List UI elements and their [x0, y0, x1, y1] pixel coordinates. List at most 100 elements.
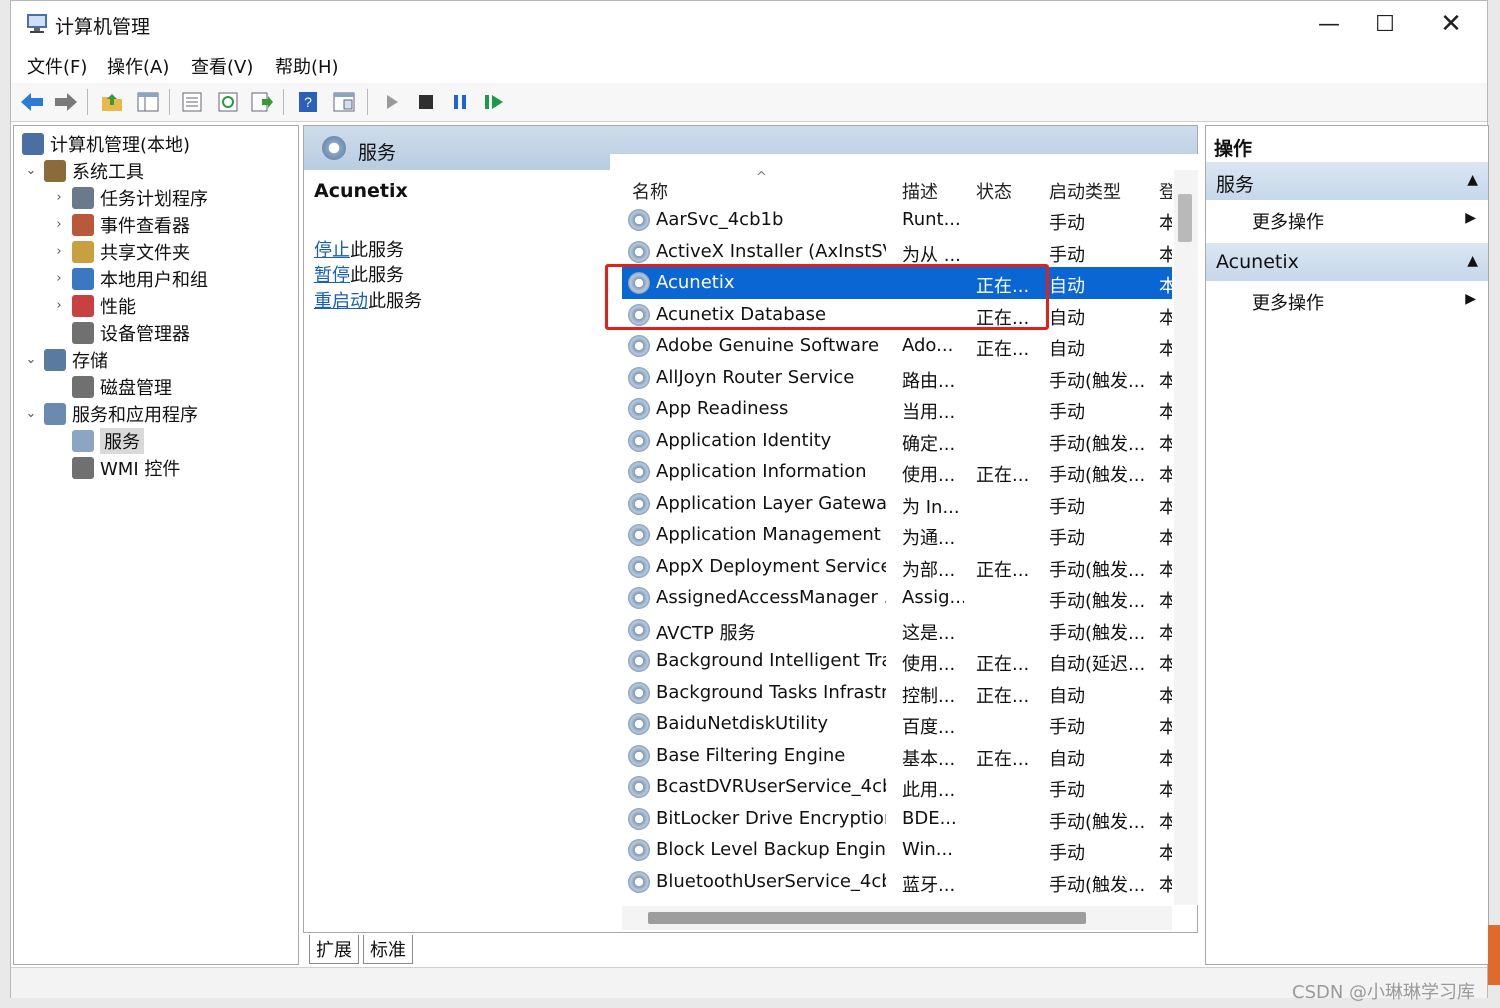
minimize-button[interactable]: —: [1301, 7, 1357, 41]
tab-standard[interactable]: 标准: [363, 935, 413, 964]
expand-chevron-icon[interactable]: ⌄: [22, 352, 40, 367]
column-header-status[interactable]: 状态: [976, 178, 1012, 204]
properties-icon[interactable]: [179, 89, 205, 115]
service-row[interactable]: Application Layer Gateway ... 为 In... 手动 本: [622, 488, 1172, 520]
more-actions-item[interactable]: 更多操作: [1252, 208, 1324, 234]
tree-node[interactable]: › 事件查看器: [14, 211, 298, 238]
service-row[interactable]: AarSvc_4cb1b Runt... 手动 本: [622, 204, 1172, 236]
tree-node-icon: [72, 375, 94, 398]
service-name-cell: AssignedAccessManager ...: [656, 587, 886, 608]
service-gear-icon: [628, 870, 650, 893]
service-row[interactable]: Adobe Genuine Software ... Ado... 正在... 自动 本: [622, 330, 1172, 362]
service-row[interactable]: Application Information 使用... 正在... 手动(触发..…: [622, 456, 1172, 488]
service-row[interactable]: AppX Deployment Service ... 为部... 正在... 手动(…: [622, 551, 1172, 583]
actions-section-services[interactable]: 服务 ▲: [1206, 162, 1488, 200]
back-arrow-icon[interactable]: [19, 89, 45, 115]
service-logon-cell: 本: [1159, 843, 1172, 864]
service-description-cell: 路由...: [902, 370, 956, 392]
service-row[interactable]: BaiduNetdiskUtility 百度... 手动 本: [622, 708, 1172, 740]
collapse-up-icon[interactable]: ▲: [1467, 253, 1478, 269]
close-button[interactable]: ✕: [1423, 7, 1479, 41]
vertical-scrollbar[interactable]: [1174, 170, 1198, 905]
service-row[interactable]: ActiveX Installer (AxInstSV) 为从 ... 手动 本: [622, 236, 1172, 268]
resume-service-icon[interactable]: [481, 89, 507, 115]
service-row[interactable]: Background Intelligent Tra... 使用... 正在... 自…: [622, 645, 1172, 677]
menu-action[interactable]: 操作(A): [107, 53, 169, 79]
service-name-cell: Base Filtering Engine: [656, 744, 846, 766]
export-list-icon[interactable]: [249, 89, 275, 115]
tree-node[interactable]: › 任务计划程序: [14, 184, 298, 211]
restart-service-link[interactable]: 重启动: [314, 291, 368, 312]
tree-node[interactable]: 磁盘管理: [14, 373, 298, 400]
service-row[interactable]: BcastDVRUserService_4cb... 此用... 手动 本: [622, 771, 1172, 803]
computer-management-icon: [27, 14, 47, 33]
service-row[interactable]: Base Filtering Engine 基本... 正在... 自动 本: [622, 740, 1172, 772]
tree-node[interactable]: › 本地用户和组: [14, 265, 298, 292]
pause-service-icon[interactable]: [447, 89, 473, 115]
service-gear-icon: [628, 240, 650, 263]
menu-view[interactable]: 查看(V): [191, 53, 253, 79]
service-description-cell: 蓝牙...: [902, 874, 956, 896]
service-row[interactable]: App Readiness 当用... 手动 本: [622, 393, 1172, 425]
collapsed-chevron-icon[interactable]: ›: [50, 217, 68, 232]
start-service-icon[interactable]: [379, 89, 405, 115]
collapsed-chevron-icon[interactable]: ›: [50, 298, 68, 313]
service-row[interactable]: AllJoyn Router Service 路由... 手动(触发... 本: [622, 362, 1172, 394]
service-row[interactable]: Background Tasks Infrastru... 控制... 正在... 自…: [622, 677, 1172, 709]
tab-extended[interactable]: 扩展: [309, 935, 359, 964]
actions-section-acunetix[interactable]: Acunetix ▲: [1206, 243, 1488, 281]
column-header-logon[interactable]: 登: [1159, 178, 1172, 204]
more-actions-item[interactable]: 更多操作: [1252, 289, 1324, 315]
horizontal-scroll-thumb[interactable]: [648, 912, 1086, 924]
actions-pane-title: 操作: [1214, 138, 1253, 160]
forward-arrow-icon[interactable]: [53, 89, 79, 115]
column-header-startup-type[interactable]: 启动类型: [1049, 178, 1121, 204]
tree-root[interactable]: 计算机管理(本地): [14, 130, 298, 157]
tree-node[interactable]: ⌄ 服务和应用程序: [14, 400, 298, 427]
service-name-cell: AVCTP 服务: [656, 622, 756, 644]
column-header-description[interactable]: 描述: [902, 178, 938, 204]
mmc-view-icon[interactable]: [331, 89, 357, 115]
tree-node[interactable]: › 共享文件夹: [14, 238, 298, 265]
toolbar: ?: [11, 83, 1487, 122]
service-row[interactable]: BitLocker Drive Encryption ... BDE... 手动(触…: [622, 803, 1172, 835]
service-logon-cell: 本: [1159, 717, 1172, 738]
stop-service-icon[interactable]: [413, 89, 439, 115]
tree-node[interactable]: ⌄ 系统工具: [14, 157, 298, 184]
collapsed-chevron-icon[interactable]: ›: [50, 244, 68, 259]
submenu-arrow-icon: ▶: [1465, 210, 1476, 226]
service-row[interactable]: Application Identity 确定... 手动(触发... 本: [622, 425, 1172, 457]
tree-node[interactable]: › 性能: [14, 292, 298, 319]
tree-node[interactable]: ⌄ 存储: [14, 346, 298, 373]
collapse-up-icon[interactable]: ▲: [1467, 172, 1478, 188]
collapsed-chevron-icon[interactable]: ›: [50, 190, 68, 205]
collapsed-chevron-icon[interactable]: ›: [50, 271, 68, 286]
tree-node-label: 任务计划程序: [100, 188, 208, 210]
stop-service-link[interactable]: 停止: [314, 240, 350, 261]
service-row[interactable]: AVCTP 服务 这是... 手动(触发... 本: [622, 614, 1172, 646]
tree-node[interactable]: WMI 控件: [14, 454, 298, 481]
service-row[interactable]: AssignedAccessManager ... Assig... 手动(触发..…: [622, 582, 1172, 614]
up-folder-icon[interactable]: [99, 89, 125, 115]
horizontal-scrollbar[interactable]: [622, 906, 1172, 930]
tree-node[interactable]: 服务: [14, 427, 298, 454]
menu-help[interactable]: 帮助(H): [275, 53, 339, 79]
service-row[interactable]: Application Management 为通... 手动 本: [622, 519, 1172, 551]
menu-file[interactable]: 文件(F): [27, 53, 87, 79]
maximize-button[interactable]: ☐: [1357, 7, 1413, 41]
service-startup-cell: 自动: [1049, 276, 1085, 297]
expand-chevron-icon[interactable]: ⌄: [22, 406, 40, 421]
tree-node-label: 系统工具: [72, 161, 144, 183]
help-icon[interactable]: ?: [295, 89, 321, 115]
expand-chevron-icon[interactable]: ⌄: [22, 163, 40, 178]
tree-node[interactable]: 设备管理器: [14, 319, 298, 346]
service-row[interactable]: Block Level Backup Engine ... Win... 手动 本: [622, 834, 1172, 866]
pause-service-link[interactable]: 暂停: [314, 265, 350, 286]
column-header-name[interactable]: 名称: [632, 178, 668, 204]
vertical-scroll-thumb[interactable]: [1178, 194, 1192, 242]
console-tree-icon[interactable]: [135, 89, 161, 115]
service-row[interactable]: BluetoothUserService_4cb... 蓝牙... 手动(触发...…: [622, 866, 1172, 898]
refresh-icon[interactable]: [215, 89, 241, 115]
service-description-cell: 此用...: [902, 780, 956, 801]
service-logon-cell: 本: [1159, 370, 1172, 392]
